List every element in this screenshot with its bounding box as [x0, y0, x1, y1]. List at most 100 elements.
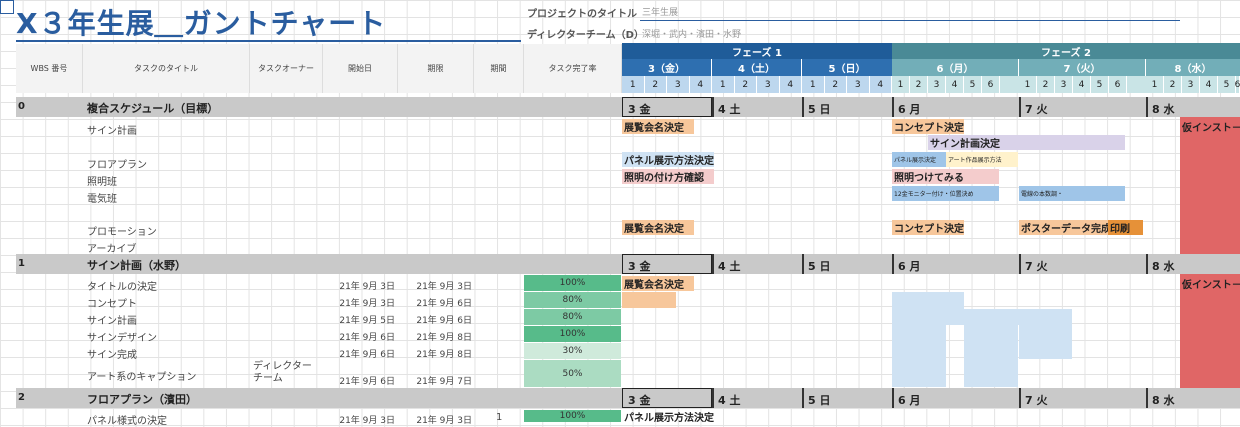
gantt-bar-concept-promo[interactable]: コンセプト決定 — [892, 220, 964, 235]
task-title[interactable]: アート系のキャプション — [87, 368, 196, 383]
progress-cell[interactable]: 100% — [524, 326, 621, 342]
task-title[interactable]: サイン計画 — [87, 122, 137, 137]
section-day-label: 4 土 — [718, 260, 741, 273]
gantt-block-blue-3 — [946, 309, 1072, 325]
section-title-0[interactable]: 複合スケジュール（目標） — [87, 100, 218, 116]
sheet-title: X３年生展＿ガントチャート — [16, 7, 387, 40]
day-boundary-line — [1019, 254, 1021, 274]
header-task-owner: タスクオーナー — [250, 44, 323, 93]
phase-1-header: フェーズ 1 — [622, 43, 892, 59]
due-date[interactable]: 21年 9月 6日 — [398, 313, 472, 326]
task-title[interactable]: パネル様式の決定 — [87, 412, 167, 427]
task-title[interactable]: サインデザイン — [87, 329, 157, 344]
slot-number: 5 — [1218, 76, 1236, 93]
task-title[interactable]: 照明班 — [87, 173, 117, 188]
header-task-title: タスクのタイトル — [83, 44, 250, 93]
due-date[interactable]: 21年 9月 3日 — [398, 279, 472, 292]
section-day-label: 5 日 — [808, 394, 831, 407]
gantt-bar-exhibition-name[interactable]: 展覧会名決定 — [622, 119, 694, 134]
task-title[interactable]: フロアプラン — [87, 156, 147, 171]
slot-number: 2 — [1037, 76, 1055, 93]
task-title[interactable]: コンセプト — [87, 295, 137, 310]
slot-number: 3 — [847, 76, 870, 93]
due-date[interactable]: 21年 9月 6日 — [398, 296, 472, 309]
due-date[interactable]: 21年 9月 8日 — [398, 330, 472, 343]
gantt-bar-panel-method-floor[interactable]: パネル展示方法決定 — [622, 410, 714, 423]
task-title[interactable]: プロモーション — [87, 223, 157, 238]
section-day-label: 5 日 — [808, 103, 831, 116]
title-underline — [16, 40, 521, 42]
task-duration[interactable]: 1 — [496, 412, 502, 423]
task-title[interactable]: タイトルの決定 — [87, 278, 157, 293]
gantt-bar-concept-work[interactable] — [622, 292, 676, 308]
gantt-bar-temp-install[interactable]: 仮インスト－ — [1180, 119, 1240, 134]
gantt-bar-title-decision[interactable]: 展覧会名決定 — [622, 276, 694, 291]
section-day-label: 8 水 — [1152, 394, 1175, 407]
gantt-bar-cable[interactable]: 電線の本数調・ — [1019, 186, 1125, 201]
progress-cell[interactable]: 80% — [524, 309, 621, 325]
gantt-bar-concept[interactable]: コンセプト決定 — [892, 119, 964, 134]
day-header-7: 7（火） — [1019, 59, 1146, 76]
gantt-block-blue-2 — [892, 325, 946, 387]
slot-number: 4 — [690, 76, 712, 93]
select-all-corner[interactable] — [0, 0, 14, 14]
start-date[interactable]: 21年 9月 6日 — [323, 374, 395, 387]
task-title[interactable]: 電気班 — [87, 190, 117, 205]
slot-number: 3 — [1182, 76, 1200, 93]
header-start-date: 開始日 — [323, 44, 398, 93]
gantt-bar-print[interactable]: 印刷 — [1108, 220, 1143, 235]
gantt-bar-panel-decision[interactable]: パネル展示決定 — [892, 152, 946, 167]
director-team-value[interactable]: 深堀・武内・濱田・水野 — [642, 27, 741, 40]
task-title[interactable]: サイン完成 — [87, 346, 137, 361]
task-owner[interactable]: ディレクター チーム — [253, 361, 321, 385]
gantt-bar-temp-install-2[interactable]: 仮インスト－ — [1180, 276, 1240, 291]
section-title-1[interactable]: サイン計画（水野） — [87, 257, 186, 273]
day-header-5: 5（日） — [802, 59, 892, 76]
section-title-2[interactable]: フロアプラン（濱田） — [87, 391, 197, 407]
progress-cell[interactable]: 100% — [524, 275, 621, 291]
start-date[interactable]: 21年 9月 5日 — [323, 313, 395, 326]
day-header-8: 8（水） — [1146, 59, 1240, 76]
gantt-bar-monitor[interactable]: 12金モニター付け・位置決め — [892, 186, 999, 201]
header-progress: タスク完了率 — [524, 44, 622, 93]
progress-cell[interactable]: 50% — [524, 360, 621, 387]
gantt-bar-lighting-check[interactable]: 照明の付け方確認 — [622, 169, 714, 184]
slot-number: 6 — [982, 76, 1000, 93]
day-boundary-line — [712, 254, 714, 274]
gantt-bar-sign-plan[interactable]: サイン計画決定 — [928, 135, 1125, 150]
gantt-bar-poster[interactable]: ポスターデータ完成 — [1019, 220, 1108, 235]
gantt-bar-exhibition-name-promo[interactable]: 展覧会名決定 — [622, 220, 694, 235]
start-date[interactable]: 21年 9月 6日 — [323, 330, 395, 343]
due-date[interactable]: 21年 9月 8日 — [398, 347, 472, 360]
today-marker — [622, 97, 712, 117]
day-boundary-line — [892, 388, 894, 408]
gantt-block-blue-5 — [1019, 325, 1072, 359]
start-date[interactable]: 21年 9月 3日 — [323, 279, 395, 292]
slot-number: 2 — [910, 76, 928, 93]
progress-cell[interactable]: 100% — [524, 410, 621, 422]
slot-number: 5 — [964, 76, 982, 93]
due-date[interactable]: 21年 9月 3日 — [398, 413, 472, 426]
project-title-value[interactable]: 三年生展 — [642, 5, 678, 18]
gantt-bar-art-method[interactable]: アート作品展示方法 — [946, 152, 1018, 167]
start-date[interactable]: 21年 9月 3日 — [323, 413, 395, 426]
gantt-bar-lighting-try[interactable]: 照明つけてみる — [892, 169, 999, 184]
task-title[interactable]: サイン計画 — [87, 312, 137, 327]
section-day-label: 7 火 — [1025, 394, 1048, 407]
section-day-label: 8 水 — [1152, 260, 1175, 273]
task-title[interactable]: アーカイブ — [87, 240, 136, 255]
day-boundary-line — [1019, 388, 1021, 408]
progress-cell[interactable]: 80% — [524, 292, 621, 308]
start-date[interactable]: 21年 9月 6日 — [323, 347, 395, 360]
day-boundary-line — [892, 254, 894, 274]
start-date[interactable]: 21年 9月 3日 — [323, 296, 395, 309]
due-date[interactable]: 21年 9月 7日 — [398, 374, 472, 387]
slot-number: 6 — [1109, 76, 1127, 93]
gantt-bar-panel-method[interactable]: パネル展示方法決定 — [622, 152, 714, 167]
progress-cell[interactable]: 30% — [524, 343, 621, 359]
slot-number: 2 — [735, 76, 757, 93]
section-day-label: 6 月 — [898, 394, 921, 407]
slot-number: 1 — [892, 76, 910, 93]
slot-number: 6 — [1235, 76, 1240, 93]
section-day-label: 7 火 — [1025, 260, 1048, 273]
